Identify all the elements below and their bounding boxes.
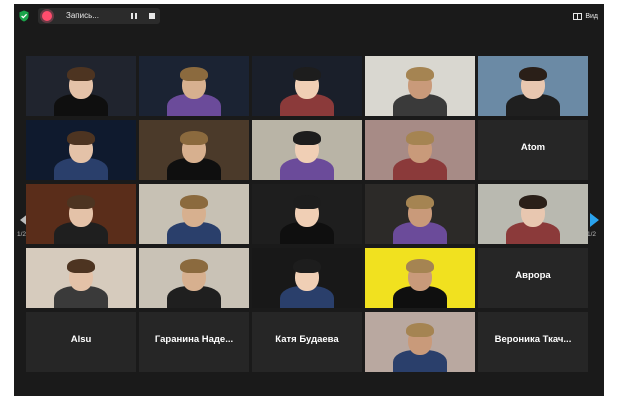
- person-hair: [67, 131, 95, 145]
- participant-video: [26, 184, 136, 244]
- participant-tile[interactable]: [139, 248, 249, 308]
- participant-name: Аврора: [515, 270, 551, 281]
- person-hair: [293, 67, 321, 81]
- participant-tile[interactable]: [252, 184, 362, 244]
- shield-check-icon[interactable]: [18, 10, 30, 22]
- person-hair: [293, 195, 321, 209]
- person-hair: [180, 131, 208, 145]
- participant-video: [478, 184, 588, 244]
- participant-name: Alsu: [70, 334, 92, 345]
- grid-view-icon: [573, 12, 583, 20]
- person-hair: [519, 195, 547, 209]
- person-hair: [293, 259, 321, 273]
- participant-video: [365, 56, 475, 116]
- participant-tile[interactable]: [26, 120, 136, 180]
- person-hair: [406, 67, 434, 81]
- participant-tile[interactable]: [139, 120, 249, 180]
- participant-video: [139, 120, 249, 180]
- participant-tile[interactable]: Катя Будаева: [252, 312, 362, 372]
- participant-video: [139, 184, 249, 244]
- participant-video: [139, 248, 249, 308]
- participant-grid: Atom Аврора Alsu Гаранина Наде... Катя Будае…: [26, 56, 588, 382]
- meeting-window: Запись... Вид 1/2 1/2 Atom Аврора Alsu Гара…: [14, 4, 604, 396]
- participant-tile[interactable]: [365, 56, 475, 116]
- participant-video: [365, 120, 475, 180]
- participant-tile[interactable]: [365, 312, 475, 372]
- view-button-label: Вид: [585, 12, 598, 20]
- view-button[interactable]: Вид: [573, 9, 598, 23]
- participant-name: Гаранина Наде...: [154, 334, 234, 345]
- recording-indicator: Запись...: [38, 8, 160, 24]
- person-hair: [67, 67, 95, 81]
- participant-video: [365, 184, 475, 244]
- person-hair: [180, 67, 208, 81]
- participant-tile[interactable]: Atom: [478, 120, 588, 180]
- participant-tile[interactable]: [252, 248, 362, 308]
- person-hair: [180, 195, 208, 209]
- person-hair: [519, 67, 547, 81]
- person-hair: [406, 323, 434, 337]
- participant-tile[interactable]: [252, 120, 362, 180]
- person-hair: [67, 259, 95, 273]
- participant-video: [139, 56, 249, 116]
- participant-tile[interactable]: Alsu: [26, 312, 136, 372]
- participant-tile[interactable]: [26, 184, 136, 244]
- person-hair: [406, 131, 434, 145]
- participant-video: [252, 56, 362, 116]
- person-hair: [406, 259, 434, 273]
- participant-name: Atom: [520, 142, 546, 153]
- participant-video: [26, 120, 136, 180]
- person-hair: [67, 195, 95, 209]
- participant-tile[interactable]: Аврора: [478, 248, 588, 308]
- person-hair: [406, 195, 434, 209]
- participant-video: [478, 56, 588, 116]
- participant-tile[interactable]: [478, 56, 588, 116]
- participant-name: Вероника Ткач...: [494, 334, 572, 345]
- participant-video: [26, 248, 136, 308]
- participant-tile[interactable]: [365, 184, 475, 244]
- participant-tile[interactable]: [252, 56, 362, 116]
- participant-tile[interactable]: [26, 248, 136, 308]
- person-hair: [293, 131, 321, 145]
- participant-tile[interactable]: Гаранина Наде...: [139, 312, 249, 372]
- pause-recording-button[interactable]: [128, 10, 140, 22]
- participant-video: [365, 248, 475, 308]
- participant-tile[interactable]: [365, 248, 475, 308]
- participant-tile[interactable]: [139, 56, 249, 116]
- participant-tile[interactable]: [478, 184, 588, 244]
- participant-tile[interactable]: [139, 184, 249, 244]
- next-page-button[interactable]: 1/2: [587, 209, 600, 249]
- participant-name: Катя Будаева: [275, 334, 339, 345]
- recording-label: Запись...: [66, 11, 99, 20]
- stop-recording-button[interactable]: [146, 10, 158, 22]
- participant-video: [365, 312, 475, 372]
- record-icon: [42, 11, 52, 21]
- participant-tile[interactable]: [365, 120, 475, 180]
- participant-video: [26, 56, 136, 116]
- participant-tile[interactable]: [26, 56, 136, 116]
- page-indicator-left: 1/2: [17, 231, 27, 238]
- top-toolbar: Запись... Вид: [14, 4, 604, 28]
- participant-video: [252, 184, 362, 244]
- chevron-right-icon: [590, 213, 599, 227]
- participant-tile[interactable]: Вероника Ткач...: [478, 312, 588, 372]
- participant-video: [252, 120, 362, 180]
- participant-video: [252, 248, 362, 308]
- page-indicator-right: 1/2: [587, 231, 597, 238]
- person-hair: [180, 259, 208, 273]
